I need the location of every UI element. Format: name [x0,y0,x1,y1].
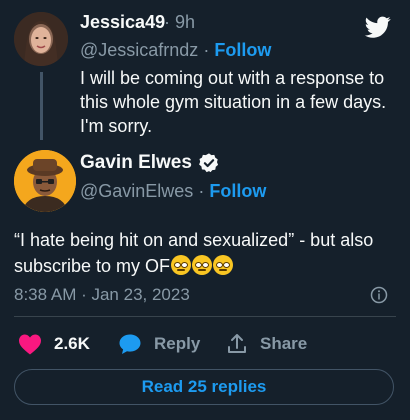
share-label: Share [260,334,308,353]
follow-button[interactable]: Follow [214,40,271,60]
like-button[interactable]: 2.6K [18,333,90,355]
rolling-eyes-emoji-icon [213,255,234,275]
author-handle-row: @Jessicafrndz · Follow [80,40,271,61]
rolling-eyes-emoji-icon [192,255,213,275]
twitter-bird-icon[interactable] [363,14,393,40]
avatar-gavin-elwes[interactable] [14,150,76,212]
tweet-text: I will be coming out with a response to … [80,68,387,136]
tweet-timestamp[interactable]: 8:38 AM · Jan 23, 2023 [14,285,190,305]
speech-bubble-icon [119,334,141,354]
avatar-jessica49[interactable] [14,12,68,66]
info-icon[interactable] [370,286,388,304]
separator-dot: · [198,181,205,201]
author-handle[interactable]: @GavinElwes [80,181,193,201]
share-button[interactable]: Share [226,333,307,355]
author-name[interactable]: Jessica49 [80,12,165,33]
thread-connector-line [40,72,43,140]
share-upload-icon [228,334,246,353]
rolling-eyes-emoji-icon [171,255,192,275]
author-handle[interactable]: @Jessicafrndz [80,40,198,60]
divider [14,316,396,317]
heart-icon [19,334,41,355]
author-name[interactable]: Gavin Elwes [80,152,192,174]
tweet-text-container: “I hate being hit on and sexualized” - b… [14,227,400,279]
follow-button[interactable]: Follow [209,181,266,201]
author-name-row: Gavin Elwes [80,152,220,174]
separator-dot: · [203,40,210,60]
author-handle-row: @GavinElwes · Follow [80,181,266,202]
reply-button[interactable]: Reply [118,333,200,355]
verified-badge-icon [199,153,219,173]
post-time[interactable]: · 9h [164,12,195,33]
like-count: 2.6K [54,334,90,353]
read-replies-button[interactable]: Read 25 replies [14,369,394,405]
reply-label: Reply [154,334,201,353]
